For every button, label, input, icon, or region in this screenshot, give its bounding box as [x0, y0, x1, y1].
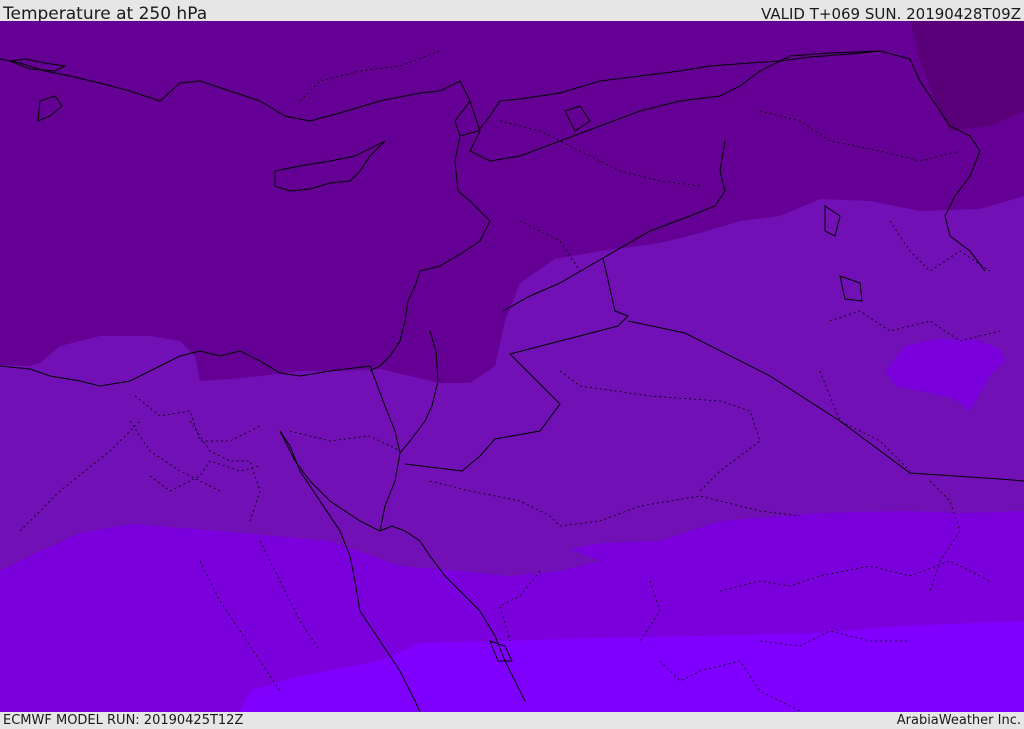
map-panel: [0, 21, 1024, 712]
temperature-map: [0, 21, 1024, 712]
model-run: ECMWF MODEL RUN: 20190425T12Z: [3, 713, 244, 728]
credit: ArabiaWeather Inc.: [896, 713, 1021, 728]
header-bar: Temperature at 250 hPa VALID T+069 SUN. …: [0, 0, 1024, 24]
footer-bar: ECMWF MODEL RUN: 20190425T12Z ArabiaWeat…: [0, 712, 1024, 729]
